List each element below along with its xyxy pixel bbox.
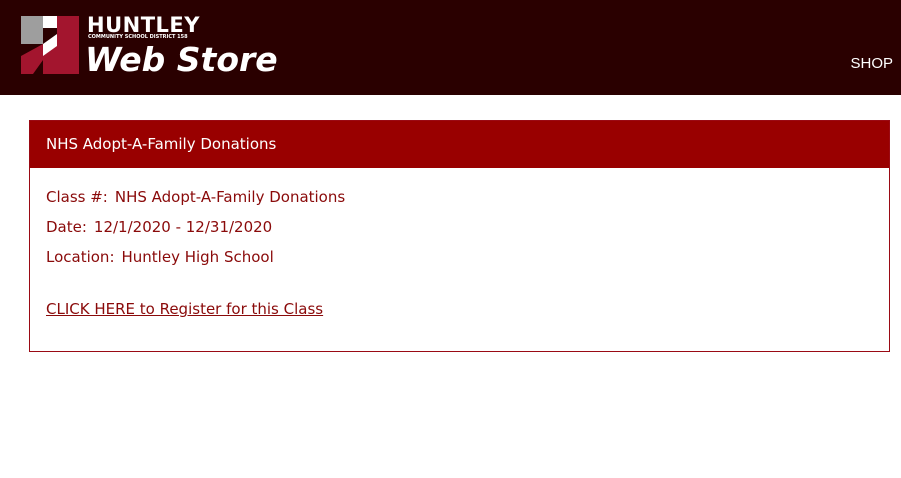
site-header: HUNTLEY COMMUNITY SCHOOL DISTRICT 158 We… — [0, 0, 901, 95]
date-row: Date: 12/1/2020 - 12/31/2020 — [46, 216, 873, 246]
location-label: Location: — [46, 248, 115, 266]
class-number-row: Class #: NHS Adopt-A-Family Donations — [46, 186, 873, 216]
site-logo[interactable]: HUNTLEY COMMUNITY SCHOOL DISTRICT 158 We… — [21, 13, 296, 79]
date-value: 12/1/2020 - 12/31/2020 — [93, 218, 273, 236]
nav-shop-link[interactable]: SHOP — [850, 55, 893, 72]
class-number-value: NHS Adopt-A-Family Donations — [114, 188, 346, 206]
class-panel: NHS Adopt-A-Family Donations Class #: NHS… — [29, 120, 890, 352]
location-row: Location: Huntley High School — [46, 246, 873, 276]
logo-webstore-text: Web Store — [85, 40, 278, 79]
panel-body: Class #: NHS Adopt-A-Family Donations Dat… — [30, 168, 889, 318]
register-link[interactable]: CLICK HERE to Register for this Class — [46, 300, 323, 318]
location-value: Huntley High School — [121, 248, 274, 266]
date-label: Date: — [46, 218, 87, 236]
panel-title: NHS Adopt-A-Family Donations — [30, 121, 889, 168]
huntley-h-logo-icon — [21, 16, 79, 74]
class-number-label: Class #: — [46, 188, 108, 206]
